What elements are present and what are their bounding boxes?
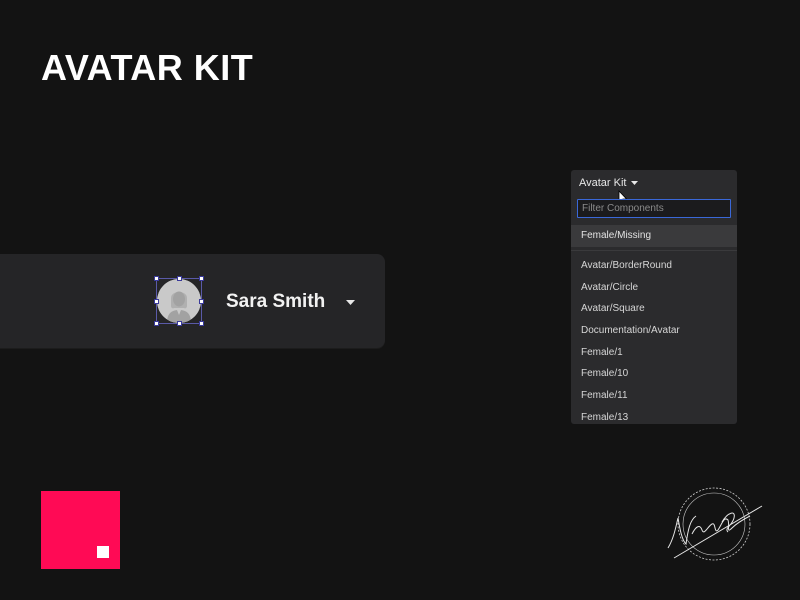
- list-item[interactable]: Avatar/Square: [571, 298, 737, 320]
- list-item[interactable]: Avatar/Circle: [571, 277, 737, 299]
- selection-handle[interactable]: [154, 299, 159, 304]
- selection-handle[interactable]: [177, 321, 182, 326]
- signature-stamp: [667, 487, 763, 561]
- brand-logo-square: [97, 546, 109, 558]
- user-menu-button[interactable]: [342, 296, 358, 308]
- caret-down-icon: [630, 181, 638, 185]
- page-title: AVATAR KIT: [41, 47, 254, 88]
- list-item-selected[interactable]: Female/Missing: [571, 225, 737, 247]
- divider: [571, 250, 737, 251]
- brand-logo: [41, 491, 120, 569]
- user-name: Sara Smith: [226, 291, 326, 312]
- list-item[interactable]: Female/1: [571, 342, 737, 364]
- caret-down-icon: [345, 299, 355, 305]
- library-name: Avatar Kit: [579, 177, 627, 189]
- avatar[interactable]: [157, 279, 201, 323]
- avatar-selection[interactable]: [154, 276, 204, 326]
- selection-handle[interactable]: [154, 321, 159, 326]
- selection-handle[interactable]: [199, 299, 204, 304]
- component-list: Avatar/BorderRound Avatar/Circle Avatar/…: [571, 255, 737, 424]
- list-item[interactable]: Female/11: [571, 385, 737, 407]
- selection-handle[interactable]: [154, 276, 159, 281]
- list-item[interactable]: Female/13: [571, 407, 737, 424]
- list-item[interactable]: Avatar/BorderRound: [571, 255, 737, 277]
- filter-components-input[interactable]: [577, 199, 731, 218]
- selection-handle[interactable]: [199, 276, 204, 281]
- component-panel: Avatar Kit Female/Missing Avatar/BorderR…: [571, 170, 737, 424]
- list-item[interactable]: Documentation/Avatar: [571, 320, 737, 342]
- person-silhouette-icon: [157, 279, 201, 323]
- user-card: Sara Smith: [0, 254, 385, 348]
- list-item[interactable]: Female/10: [571, 363, 737, 385]
- selection-handle[interactable]: [199, 321, 204, 326]
- library-dropdown[interactable]: Avatar Kit: [579, 177, 638, 189]
- selection-handle[interactable]: [177, 276, 182, 281]
